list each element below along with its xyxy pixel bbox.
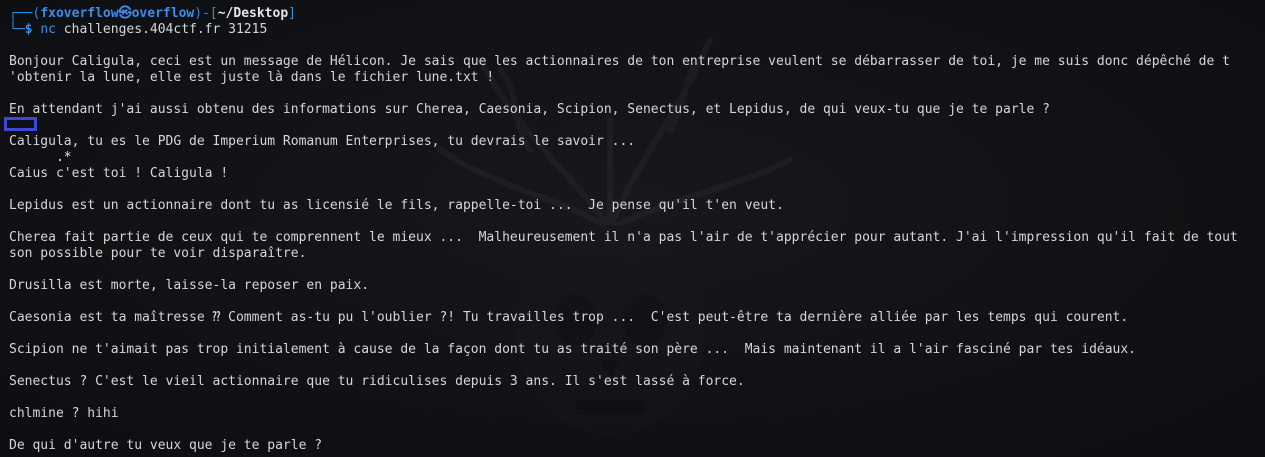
prompt-hostname: overflow <box>131 6 195 21</box>
output-cherea-line-1: Cherea fait partie de ceux qui te compre… <box>9 230 1238 245</box>
prompt-frame-bottom: └─ <box>9 22 25 37</box>
output-caesonia: Caesonia est ta maîtresse ⁇ Comment as-t… <box>9 310 1129 325</box>
prompt-frame-top: ┌──( <box>9 6 41 21</box>
prompt-at-symbol: ㉿ <box>118 6 132 21</box>
command-arguments: challenges.404ctf.fr 31215 <box>63 22 268 37</box>
user-input-text: .* <box>55 150 72 165</box>
output-intro-line-1: Bonjour Caligula, ceci est un message de… <box>9 54 1230 69</box>
user-input-line[interactable]: .* <box>4 117 1265 165</box>
terminal-window[interactable]: ┌──(fxoverflow㉿overflow)-[~/Desktop] └─$… <box>0 0 1265 457</box>
prompt-frame-end: ] <box>288 6 296 21</box>
output-senectus: Senectus ? C'est le vieil actionnaire qu… <box>9 374 745 389</box>
output-caligula: Caligula, tu es le PDG de Imperium Roman… <box>9 134 636 149</box>
prompt-working-directory: ~/Desktop <box>217 6 289 21</box>
output-final-question: De qui d'autre tu veux que je te parle ? <box>9 438 323 453</box>
prompt-dollar-sign: $ <box>24 22 33 37</box>
output-scipion: Scipion ne t'aimait pas trop initialemen… <box>9 342 1137 357</box>
input-highlight-box <box>4 117 37 131</box>
output-intro-line-2: 'obtenir la lune, elle est juste là dans… <box>9 70 495 85</box>
output-drusilla: Drusilla est morte, laisse-la reposer en… <box>9 278 370 293</box>
command-name: nc <box>40 22 56 37</box>
output-question: En attendant j'ai aussi obtenu des infor… <box>9 102 1050 117</box>
prompt-line-top: ┌──(fxoverflow㉿overflow)-[~/Desktop] <box>9 6 1265 22</box>
prompt-frame-mid: )-[ <box>194 6 218 21</box>
output-lepidus: Lepidus est un actionnaire dont tu as li… <box>9 198 784 213</box>
prompt-line-command: └─$ nc challenges.404ctf.fr 31215 <box>9 22 1265 38</box>
prompt-username: fxoverflow <box>40 6 119 21</box>
output-caius: Caius c'est toi ! Caligula ! <box>9 166 229 181</box>
output-cherea-line-2: son possible pour te voir disparaître. <box>9 246 307 261</box>
terminal-output-area[interactable]: ┌──(fxoverflow㉿overflow)-[~/Desktop] └─$… <box>4 6 1265 454</box>
output-chlmine: chlmine ? hihi <box>9 406 119 421</box>
